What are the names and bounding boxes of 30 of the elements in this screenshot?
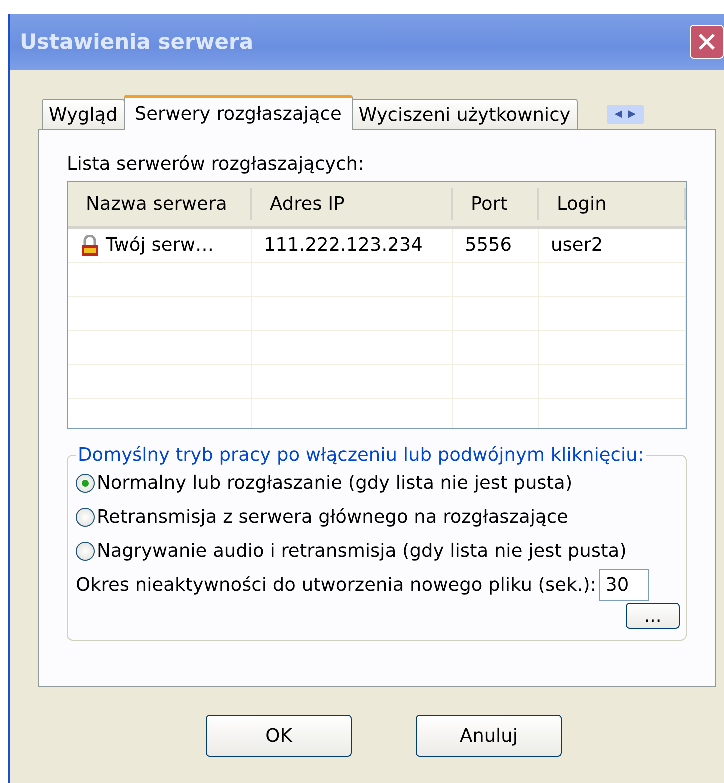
scroll-left-icon[interactable]: ◀ bbox=[614, 109, 622, 120]
tab[interactable]: Wygląd bbox=[42, 99, 125, 130]
column-header[interactable]: Adres IP bbox=[252, 188, 453, 220]
column-header[interactable]: Nazwa serwera bbox=[68, 188, 252, 220]
list-label: Lista serwerów rozgłaszających: bbox=[67, 154, 366, 175]
column-header[interactable]: Login bbox=[539, 188, 686, 220]
more-button[interactable]: ... bbox=[626, 603, 680, 629]
table-cell: 5556 bbox=[453, 229, 539, 263]
tab-scroll-buttons[interactable]: ◀ ▶ bbox=[606, 105, 644, 124]
radio-label[interactable]: Normalny lub rozgłaszanie (gdy lista nie jest pusta) bbox=[97, 472, 573, 494]
close-button[interactable] bbox=[690, 25, 724, 59]
tab[interactable]: Serwery rozgłaszające bbox=[124, 95, 353, 130]
radio-button[interactable] bbox=[76, 474, 95, 492]
table-cell: Twój serw… bbox=[68, 229, 252, 263]
radio-button[interactable] bbox=[76, 508, 95, 526]
tab[interactable]: Wyciszeni użytkownicy bbox=[352, 99, 578, 130]
table-cell: 111.222.123.234 bbox=[252, 229, 453, 263]
scroll-right-icon[interactable]: ▶ bbox=[628, 109, 636, 120]
dialog-button[interactable]: OK bbox=[206, 715, 352, 757]
group-title: Domyślny tryb pracy po włączeniu lub podwójnym kliknięciu: bbox=[77, 445, 646, 466]
column-header[interactable]: Port bbox=[453, 188, 539, 220]
close-icon bbox=[696, 31, 718, 53]
timeout-field[interactable]: 30 bbox=[598, 569, 649, 601]
timeout-label: Okres nieaktywności do utworzenia nowego pliku (sek.): bbox=[76, 574, 597, 596]
dialog-button[interactable]: Anuluj bbox=[416, 715, 562, 757]
window-title: Ustawienia serwera bbox=[20, 30, 254, 54]
table-cell: user2 bbox=[539, 229, 686, 263]
radio-button[interactable] bbox=[76, 542, 95, 560]
radio-label[interactable]: Retransmisja z serwera głównego na rozgłaszające bbox=[97, 506, 568, 528]
radio-label[interactable]: Nagrywanie audio i retransmisja (gdy lista nie jest pusta) bbox=[97, 540, 627, 562]
